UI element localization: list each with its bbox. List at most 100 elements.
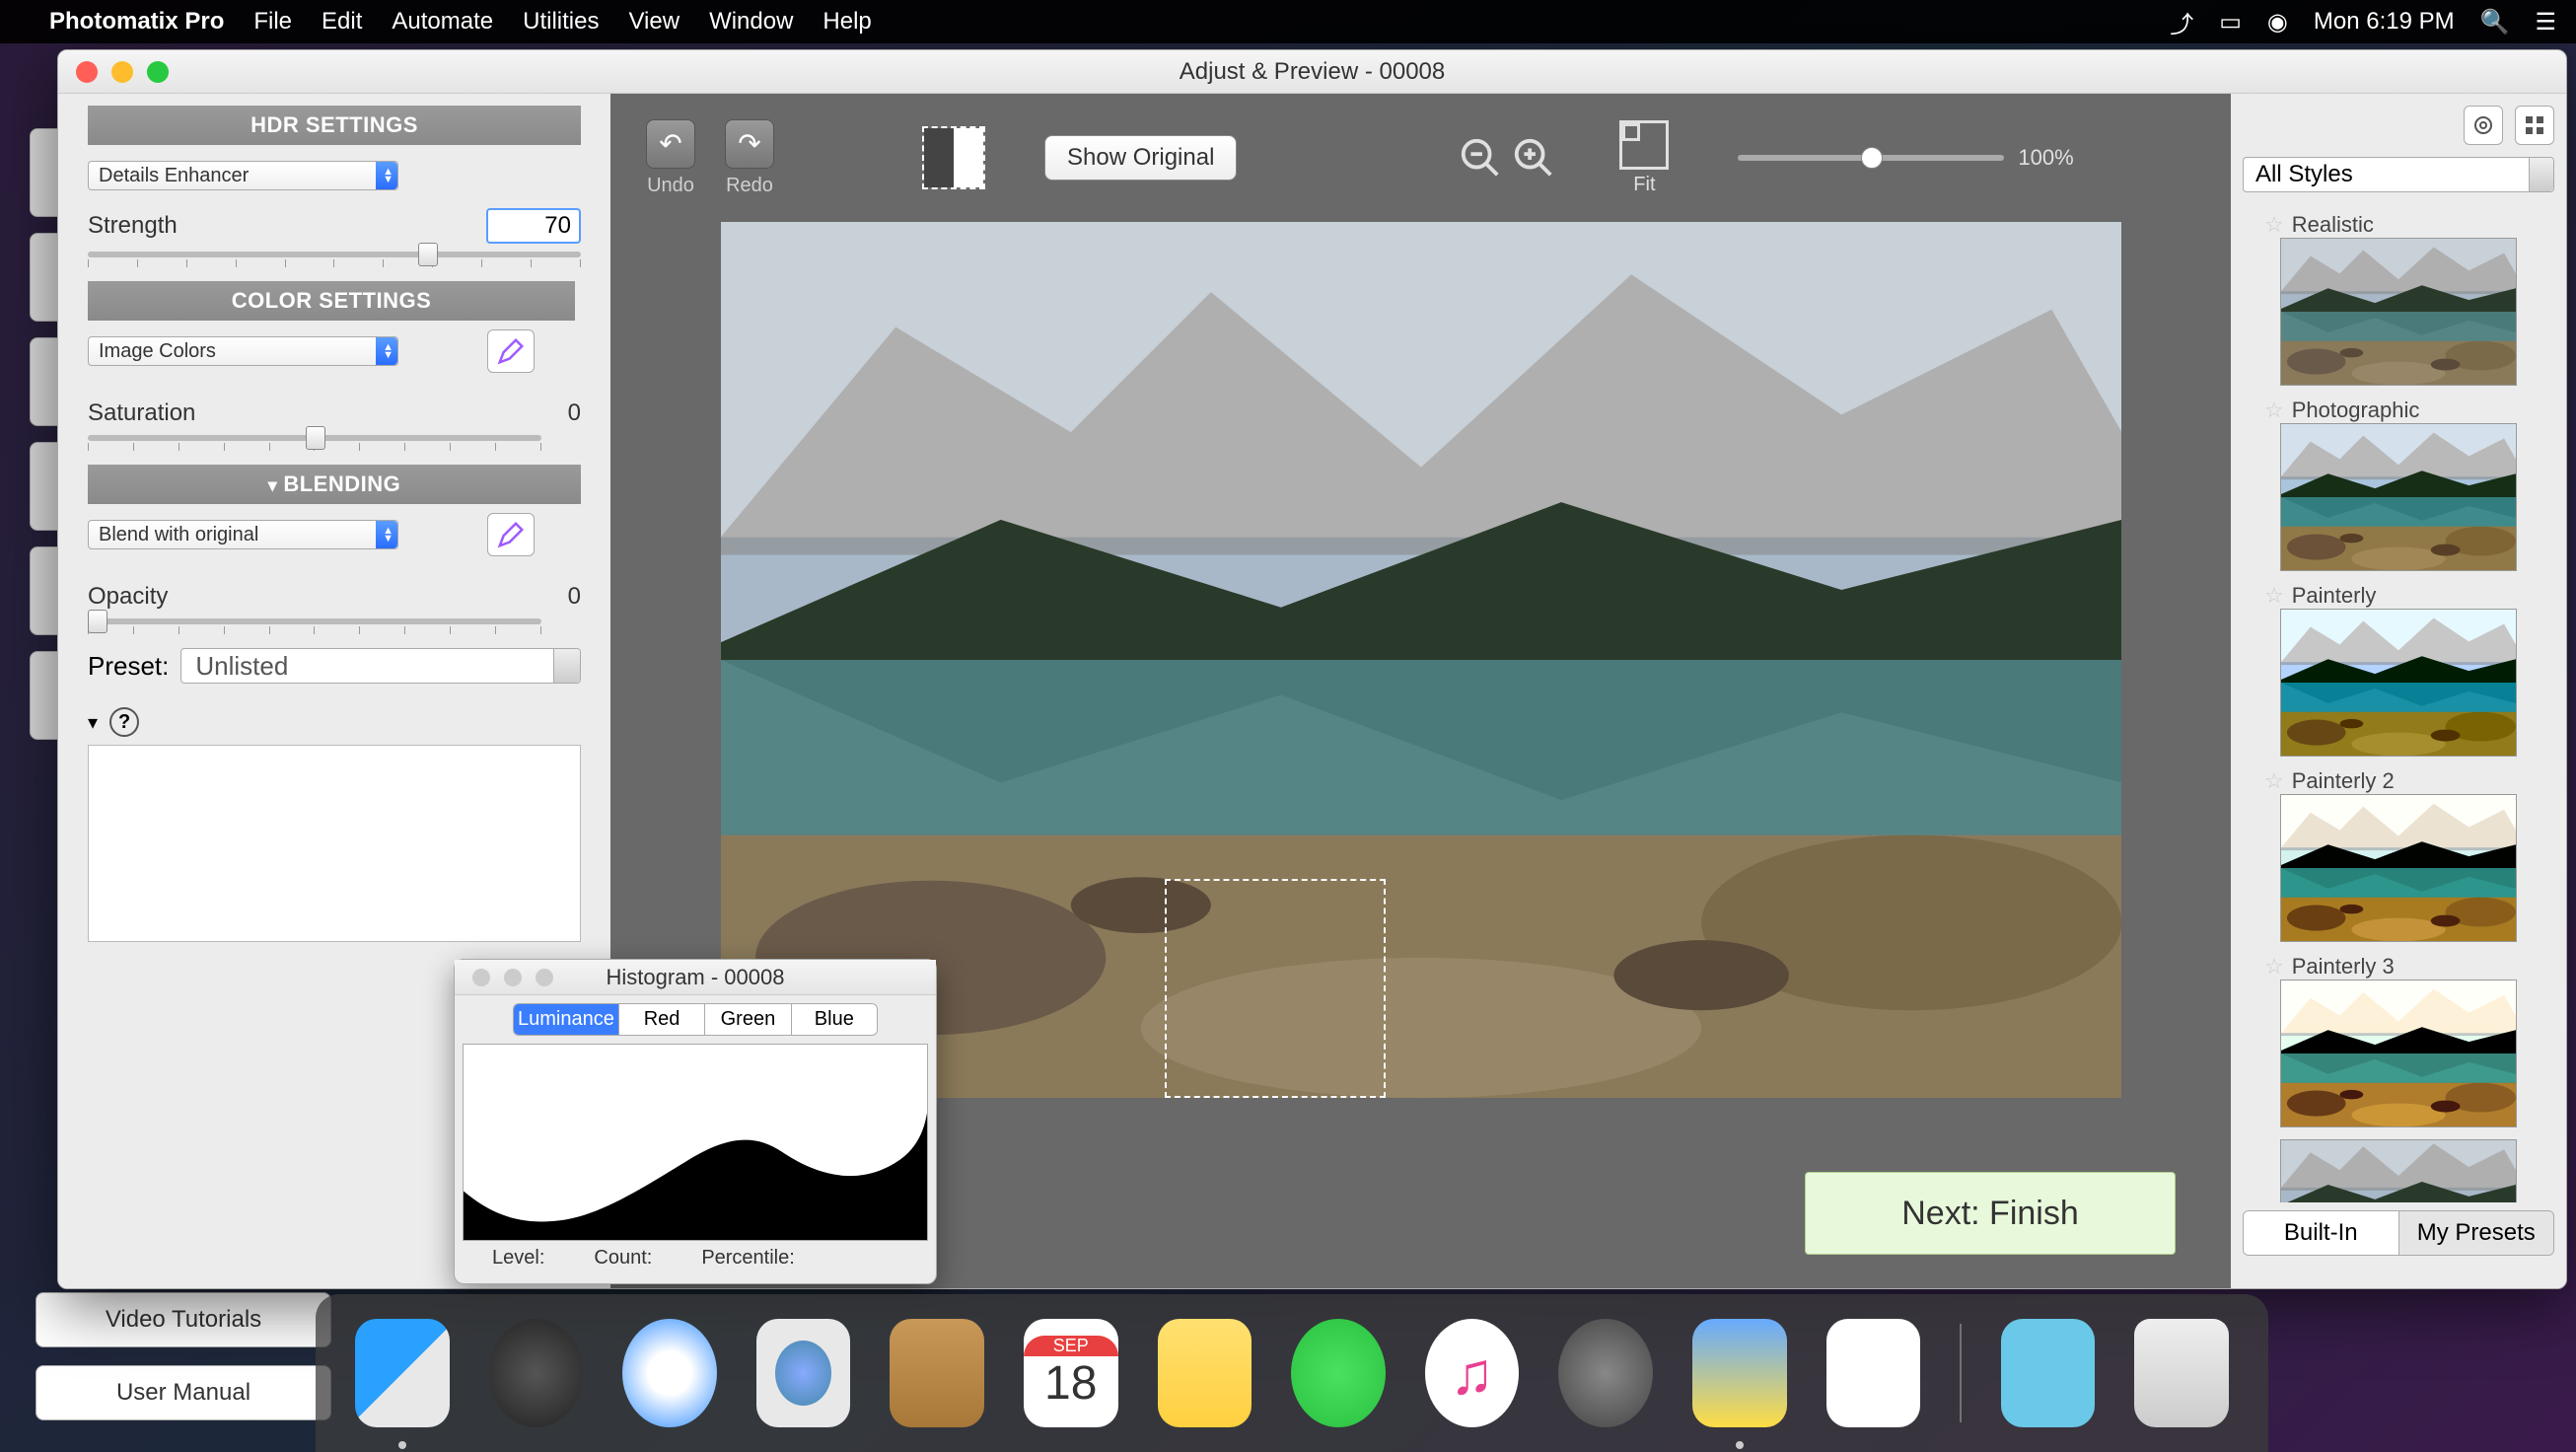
menu-utilities[interactable]: Utilities [523, 8, 599, 36]
minimize-button[interactable] [111, 61, 133, 83]
app-menu[interactable]: Photomatix Pro [49, 8, 224, 36]
dock-mail[interactable] [756, 1319, 851, 1427]
color-mode-value: Image Colors [99, 340, 216, 363]
preset-dropdown[interactable]: Unlisted [180, 648, 581, 684]
preset-list[interactable]: ☆Realistic ☆ Photographic ☆ Painterly ☆Pai… [2243, 206, 2554, 1202]
menu-file[interactable]: File [253, 8, 292, 36]
style-filter-dropdown[interactable]: All Styles [2243, 157, 2554, 192]
blend-mode-dropdown[interactable]: Blend with original ▲▼ [88, 520, 398, 549]
opacity-label: Opacity [88, 583, 168, 611]
undo-button[interactable]: ↶ Undo [646, 119, 695, 197]
background-buttons: Video Tutorials User Manual [36, 1274, 331, 1420]
preset-item-painterly-2[interactable]: ☆Painterly 2 [2243, 768, 2554, 942]
strength-slider[interactable] [88, 252, 581, 257]
zoom-slider[interactable] [1738, 155, 2004, 161]
presets-panel: All Styles ☆Realistic ☆Photographic ☆Pai… [2231, 94, 2566, 1288]
spotlight-icon[interactable]: 🔍 [2480, 8, 2510, 36]
dock-calendar[interactable]: SEP18 [1024, 1319, 1118, 1427]
display-icon[interactable]: ▭ [2219, 8, 2242, 36]
saturation-value: 0 [568, 399, 581, 427]
preset-item-painterly[interactable]: ☆ Painterly [2243, 583, 2554, 757]
menu-extras-icon[interactable]: ☰ [2535, 8, 2556, 36]
histogram-titlebar[interactable]: Histogram - 00008 [455, 960, 936, 995]
blend-brush-button[interactable] [487, 513, 535, 556]
minimize-button[interactable] [504, 969, 522, 986]
redo-label: Redo [726, 175, 773, 197]
zoom-in-button[interactable] [1507, 131, 1560, 184]
tab-blue[interactable]: Blue [791, 1004, 877, 1035]
close-button[interactable] [472, 969, 490, 986]
preset-item-painterly-3[interactable]: ☆Painterly 3 [2243, 954, 2554, 1127]
zoom-out-button[interactable] [1454, 131, 1507, 184]
menu-window[interactable]: Window [709, 8, 793, 36]
redo-button[interactable]: ↷ Redo [725, 119, 774, 197]
strength-input[interactable] [486, 208, 581, 244]
maximize-button[interactable] [147, 61, 169, 83]
dock-trash[interactable] [2134, 1319, 2229, 1427]
grid-view-button[interactable] [2515, 106, 2554, 145]
dock-downloads[interactable] [2001, 1319, 2096, 1427]
blending-header-label: BLENDING [283, 472, 400, 496]
preset-value: Unlisted [195, 651, 288, 682]
star-icon[interactable]: ☆ [2264, 212, 2284, 238]
tab-builtin[interactable]: Built-In [2244, 1211, 2398, 1255]
tab-green[interactable]: Green [704, 1004, 790, 1035]
color-mode-dropdown[interactable]: Image Colors ▲▼ [88, 336, 398, 366]
tab-mypresets[interactable]: My Presets [2398, 1211, 2554, 1255]
close-button[interactable] [76, 61, 98, 83]
dock-photomatix[interactable] [1692, 1319, 1787, 1427]
target-view-button[interactable] [2464, 106, 2503, 145]
menu-help[interactable]: Help [823, 8, 871, 36]
dock-settings[interactable] [1558, 1319, 1653, 1427]
clock[interactable]: Mon 6:19 PM [2314, 8, 2455, 36]
menu-view[interactable]: View [628, 8, 680, 36]
tab-luminance[interactable]: Luminance [514, 1004, 618, 1035]
dock-music[interactable]: ♫ [1425, 1319, 1520, 1427]
dock-contacts[interactable] [890, 1319, 984, 1427]
opacity-slider[interactable] [88, 618, 541, 624]
opacity-value: 0 [568, 583, 581, 611]
saturation-slider[interactable] [88, 435, 541, 441]
menu-automate[interactable]: Automate [392, 8, 493, 36]
color-brush-button[interactable] [487, 329, 535, 373]
window-titlebar[interactable]: Adjust & Preview - 00008 [58, 50, 2566, 94]
user-manual-button[interactable]: User Manual [36, 1365, 331, 1420]
dock-safari[interactable] [622, 1319, 717, 1427]
star-icon[interactable]: ☆ [2264, 954, 2284, 980]
maximize-button[interactable] [536, 969, 553, 986]
notes-area[interactable] [88, 745, 581, 942]
selection-rectangle[interactable] [1165, 879, 1386, 1098]
collapse-toggle[interactable]: ▾ [88, 710, 98, 735]
fit-label: Fit [1633, 174, 1655, 196]
show-original-button[interactable]: Show Original [1044, 135, 1237, 181]
hdr-method-value: Details Enhancer [99, 165, 249, 187]
preset-item-photographic[interactable]: ☆ Photographic [2243, 398, 2554, 571]
dock-separator [1960, 1324, 1962, 1422]
system-icon[interactable]: ◉ [2267, 8, 2288, 36]
video-tutorials-button[interactable]: Video Tutorials [36, 1292, 331, 1347]
dock-messages[interactable] [1291, 1319, 1386, 1427]
window-title: Adjust & Preview - 00008 [1180, 58, 1445, 86]
preset-item-more[interactable] [2243, 1139, 2554, 1202]
star-icon[interactable]: ☆ [2264, 768, 2284, 794]
tab-red[interactable]: Red [618, 1004, 704, 1035]
menu-edit[interactable]: Edit [322, 8, 362, 36]
dock-launchpad[interactable] [489, 1319, 584, 1427]
blend-mode-value: Blend with original [99, 524, 258, 546]
help-button[interactable]: ? [109, 707, 139, 737]
blending-header[interactable]: ▾BLENDING [88, 465, 581, 504]
preset-item-realistic[interactable]: ☆Realistic [2243, 212, 2554, 386]
star-icon[interactable]: ☆ [2264, 398, 2284, 423]
fit-button[interactable]: Fit [1619, 120, 1669, 196]
dock-textedit[interactable] [1826, 1319, 1921, 1427]
dock-notes[interactable] [1158, 1319, 1252, 1427]
hdr-method-dropdown[interactable]: Details Enhancer ▲▼ [88, 161, 398, 190]
dock-finder[interactable] [355, 1319, 450, 1427]
histogram-window: Histogram - 00008 Luminance Red Green Bl… [454, 959, 937, 1284]
split-view-button[interactable] [922, 126, 985, 189]
star-icon[interactable]: ☆ [2264, 583, 2284, 609]
preset-name: Painterly [2292, 583, 2377, 609]
preset-name: Photographic [2292, 398, 2420, 423]
user-switch-icon[interactable]: ⤴ [2170, 5, 2193, 39]
next-finish-button[interactable]: Next: Finish [1805, 1172, 2176, 1255]
